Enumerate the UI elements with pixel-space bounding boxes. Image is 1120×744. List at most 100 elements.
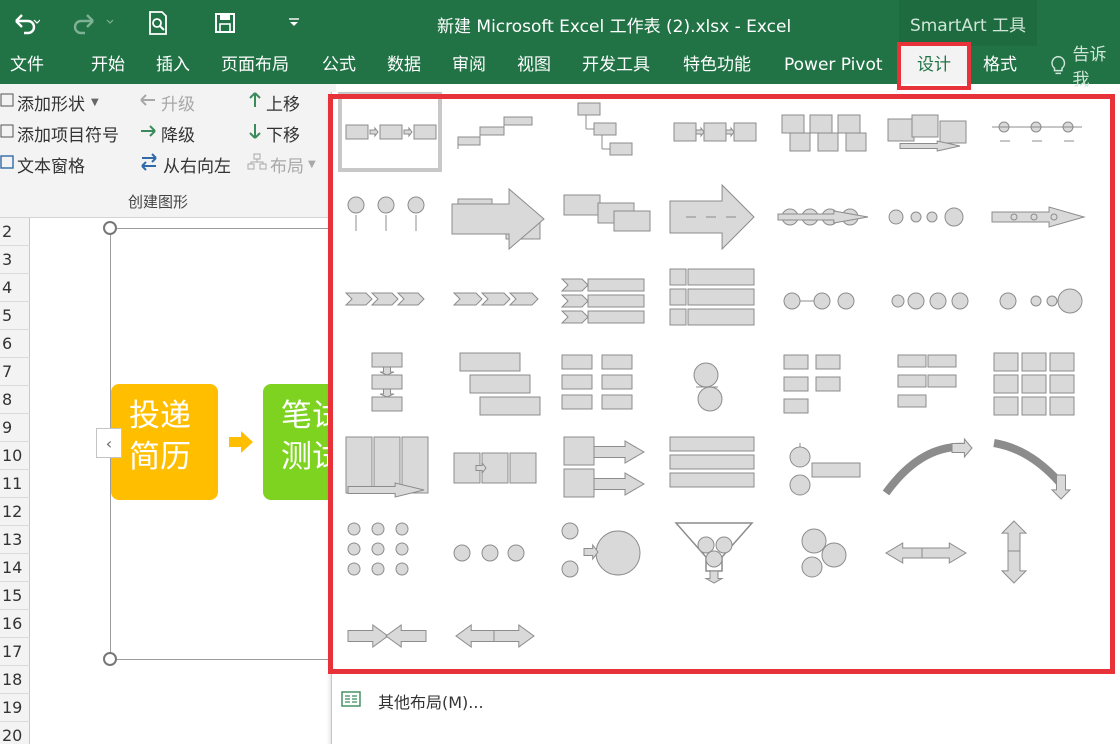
tab-file[interactable]: 文件 <box>10 46 44 84</box>
layout-thumbnail-continuous-block-process[interactable] <box>878 92 982 172</box>
layout-thumbnail-plus-and-minus[interactable] <box>554 512 658 592</box>
smartart-shape-1-text: 投递 简历 <box>129 398 191 475</box>
tell-me-search[interactable]: 告诉我 <box>1048 45 1120 90</box>
row-header-16[interactable]: 16 <box>0 610 30 638</box>
layout-thumbnail-diverging-arrows[interactable] <box>446 596 550 676</box>
row-header-6[interactable]: 6 <box>0 330 30 358</box>
layout-thumbnail-random-to-result[interactable] <box>338 512 442 592</box>
redo-icon[interactable] <box>70 8 120 38</box>
add-bullet-button[interactable]: 添加项目符号 <box>0 120 119 146</box>
add-shape-button[interactable]: 添加形状 ▼ <box>0 89 99 115</box>
save-icon[interactable] <box>210 8 240 38</box>
layout-thumbnail-circular-process[interactable] <box>878 176 982 256</box>
row-header-2[interactable]: 2 <box>0 218 30 246</box>
more-layouts-button[interactable]: 其他布局(M)... <box>340 686 484 716</box>
row-header-12[interactable]: 12 <box>0 498 30 526</box>
promote-button[interactable]: 升级 <box>138 89 195 115</box>
row-header-20[interactable]: 20 <box>0 722 30 744</box>
row-header-15[interactable]: 15 <box>0 582 30 610</box>
segmented-process-icon <box>452 292 539 306</box>
row-header-3[interactable]: 3 <box>0 246 30 274</box>
tab-view[interactable]: 视图 <box>517 46 551 84</box>
row-header-11[interactable]: 11 <box>0 470 30 498</box>
layout-thumbnail-timeline[interactable] <box>986 92 1090 172</box>
layout-thumbnail-vertical-accent-list[interactable] <box>662 344 766 424</box>
demote-button[interactable]: 降级 <box>138 120 195 146</box>
layout-thumbnail-opposing-arrows[interactable] <box>878 512 982 592</box>
tab-power-pivot[interactable]: Power Pivot <box>784 46 883 84</box>
layout-thumbnail-equation-circles[interactable] <box>878 260 982 340</box>
customize-qat-icon[interactable] <box>284 8 304 38</box>
layout-thumbnail-staggered-process[interactable] <box>446 344 550 424</box>
tab-format[interactable]: 格式 <box>983 46 1017 84</box>
print-preview-icon[interactable] <box>141 8 175 38</box>
layout-thumbnail-basic-chevron-process[interactable] <box>446 176 550 256</box>
tab-review[interactable]: 审阅 <box>452 46 486 84</box>
layout-thumbnail-vertical-chevron-list[interactable] <box>662 260 766 340</box>
undo-icon[interactable] <box>6 8 44 38</box>
row-header-14[interactable]: 14 <box>0 554 30 582</box>
layout-thumbnail-step-up-process[interactable] <box>446 92 550 172</box>
row-header-7[interactable]: 7 <box>0 358 30 386</box>
layout-thumbnail-basic-timeline[interactable] <box>986 176 1090 256</box>
row-header-19[interactable]: 19 <box>0 694 30 722</box>
row-header-5[interactable]: 5 <box>0 302 30 330</box>
layout-thumbnail-vertical-circle-list[interactable] <box>770 428 874 508</box>
layout-thumbnail-vertical-process[interactable] <box>338 344 442 424</box>
row-header-17[interactable]: 17 <box>0 638 30 666</box>
row-header-8[interactable]: 8 <box>0 386 30 414</box>
tab-special-features[interactable]: 特色功能 <box>683 46 751 84</box>
layout-thumbnail-circle-accent-timeline[interactable] <box>338 176 442 256</box>
layout-thumbnail-increasing-arrows-process[interactable] <box>554 428 658 508</box>
resize-handle-top-left[interactable] <box>103 221 117 235</box>
layout-thumbnail-vertical-bending-process[interactable] <box>878 344 982 424</box>
layout-thumbnail-basic-process[interactable] <box>338 92 442 172</box>
text-pane-button[interactable]: 文本窗格 <box>0 151 85 177</box>
row-header-4[interactable]: 4 <box>0 274 30 302</box>
layout-thumbnail-down-arrow[interactable] <box>986 428 1090 508</box>
tab-data[interactable]: 数据 <box>387 46 421 84</box>
smartart-tools-label: SmartArt 工具 <box>899 0 1037 46</box>
layout-thumbnail-funnel[interactable] <box>662 512 766 592</box>
layout-thumbnail-arrow-ribbon[interactable] <box>986 512 1090 592</box>
layout-thumbnail-up-arrow[interactable] <box>878 428 982 508</box>
layout-thumbnail-circular-arrow-process[interactable] <box>770 344 874 424</box>
layout-thumbnail-bending-process[interactable] <box>986 344 1090 424</box>
row-header-13[interactable]: 13 <box>0 526 30 554</box>
layout-thumbnail-continuous-arrow-process[interactable] <box>770 176 874 256</box>
layout-thumbnail-chevron-list[interactable] <box>338 260 442 340</box>
layout-thumbnail-converging-arrows[interactable] <box>338 596 442 676</box>
move-down-button[interactable]: 下移 <box>247 120 300 146</box>
layout-thumbnail-upward-arrow[interactable] <box>554 344 658 424</box>
layout-thumbnail-closed-chevron-process[interactable] <box>554 176 658 256</box>
layout-thumbnail-equation[interactable] <box>446 512 550 592</box>
layout-thumbnail-circle-process[interactable] <box>986 260 1090 340</box>
layout-thumbnail-repeating-bending-process[interactable] <box>554 260 658 340</box>
continuous-block-process-icon <box>887 114 967 152</box>
layout-thumbnail-phased-process[interactable] <box>446 428 550 508</box>
smartart-shape-1[interactable]: 投递 简历 <box>111 384 218 500</box>
right-to-left-button[interactable]: 从右向左 <box>138 151 231 177</box>
tab-developer[interactable]: 开发工具 <box>582 46 650 84</box>
layout-button[interactable]: 布局 ▼ <box>247 151 316 177</box>
layout-thumbnail-detailed-process[interactable] <box>770 260 874 340</box>
row-header-10[interactable]: 10 <box>0 442 30 470</box>
layout-thumbnail-gear[interactable] <box>770 512 874 592</box>
layout-thumbnail-descending-block-list[interactable] <box>662 428 766 508</box>
layout-thumbnail-alternating-flow[interactable] <box>770 92 874 172</box>
layout-thumbnail-process-arrows[interactable] <box>662 176 766 256</box>
layout-thumbnail-segmented-process[interactable] <box>446 260 550 340</box>
text-pane-toggle-button[interactable]: ‹ <box>96 428 122 458</box>
layout-thumbnail-step-down-process[interactable] <box>554 92 658 172</box>
smartart-shape-2[interactable]: 笔试 测试 <box>263 384 343 500</box>
move-up-button[interactable]: 上移 <box>247 89 300 115</box>
tab-insert[interactable]: 插入 <box>156 46 190 84</box>
layout-thumbnail-grid-process[interactable] <box>338 428 442 508</box>
row-header-9[interactable]: 9 <box>0 414 30 442</box>
tab-home[interactable]: 开始 <box>91 46 125 84</box>
layout-thumbnail-accent-process[interactable] <box>662 92 766 172</box>
tab-formulas[interactable]: 公式 <box>322 46 356 84</box>
resize-handle-bottom-left[interactable] <box>103 652 117 666</box>
tab-page-layout[interactable]: 页面布局 <box>221 46 289 84</box>
row-header-18[interactable]: 18 <box>0 666 30 694</box>
